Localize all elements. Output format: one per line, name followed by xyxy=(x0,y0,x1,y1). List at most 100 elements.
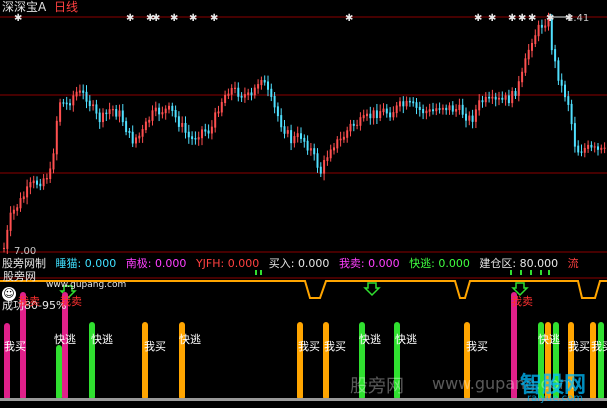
candle-body xyxy=(138,135,141,139)
candle-body xyxy=(276,106,279,117)
candle-body xyxy=(267,81,269,90)
candle-body xyxy=(597,146,599,150)
candle-body xyxy=(577,145,580,153)
candle-body xyxy=(524,58,527,73)
signal-bar xyxy=(323,322,329,400)
candle-body xyxy=(544,25,547,28)
candle-body xyxy=(230,87,233,95)
candle-body xyxy=(349,123,352,132)
candle-body xyxy=(220,102,223,113)
candle-body xyxy=(313,148,316,155)
candle-body xyxy=(273,95,276,108)
candle-body xyxy=(234,87,236,89)
buy-signal-label: 我买 xyxy=(298,340,320,353)
site-name-label: 股旁网 xyxy=(3,270,36,283)
indicator-shuimao: 睡猫: 0.000 xyxy=(55,257,117,270)
candle-body xyxy=(260,80,263,86)
candle-body xyxy=(342,136,345,140)
signal-bar xyxy=(56,345,62,400)
candle-body xyxy=(517,81,520,96)
candle-body xyxy=(111,109,114,111)
candle-body xyxy=(135,137,137,144)
sell-label: 我卖 xyxy=(511,295,533,308)
candle-body xyxy=(478,100,481,111)
candle-body xyxy=(154,107,157,112)
candle-body xyxy=(65,102,68,105)
candle-body xyxy=(72,95,75,106)
candle-body xyxy=(461,104,464,115)
candle-body xyxy=(177,116,180,127)
candle-body xyxy=(560,79,563,86)
candle-body xyxy=(498,97,500,100)
candle-body xyxy=(392,112,395,118)
candle-body xyxy=(356,124,359,126)
candle-body xyxy=(323,160,326,174)
candle-body xyxy=(573,123,576,147)
candle-body xyxy=(191,136,194,140)
star-marker-icon: ✱ xyxy=(126,13,134,24)
star-marker-icon: ✱ xyxy=(210,13,218,24)
buy-signal-label: 我买 xyxy=(324,340,346,353)
candle-body xyxy=(399,101,401,107)
candle-body xyxy=(481,100,484,103)
candle-body xyxy=(385,108,388,114)
signal-bar xyxy=(297,322,303,400)
candle-body xyxy=(395,105,398,114)
escape-signal-label: 快逃 xyxy=(538,333,560,346)
candle-body xyxy=(158,107,161,115)
candle-body xyxy=(187,131,190,138)
candle-body xyxy=(286,130,289,134)
candle-body xyxy=(121,110,124,123)
candle-body xyxy=(75,91,78,97)
candle-body xyxy=(336,139,339,149)
candle-body xyxy=(474,109,477,122)
candle-body xyxy=(306,140,309,151)
star-marker-icon: ✱ xyxy=(488,13,496,24)
candle-body xyxy=(428,109,431,112)
candle-body xyxy=(29,182,32,188)
candle-body xyxy=(564,84,566,98)
candle-body xyxy=(333,147,335,151)
candle-body xyxy=(557,60,560,81)
candle-body xyxy=(108,109,111,115)
candle-body xyxy=(59,102,62,122)
candle-body xyxy=(501,97,504,100)
candle-body xyxy=(243,94,246,98)
candle-body xyxy=(118,110,121,117)
candle-body xyxy=(62,102,65,104)
candle-body xyxy=(164,108,167,114)
signal-tick xyxy=(520,270,522,275)
star-marker-icon: ✱ xyxy=(474,13,482,24)
candle-body xyxy=(405,100,408,107)
candle-body xyxy=(98,112,101,123)
candle-body xyxy=(26,186,29,198)
candle-body xyxy=(161,112,164,115)
candle-body xyxy=(527,49,530,60)
candle-body xyxy=(296,133,299,138)
candle-body xyxy=(326,157,329,162)
signal-tick xyxy=(260,270,262,275)
star-marker-icon: ✱ xyxy=(345,13,353,24)
candle-body xyxy=(227,93,230,96)
candle-body xyxy=(438,108,441,110)
candle-body xyxy=(204,129,207,132)
candle-body xyxy=(567,96,570,105)
candle-body xyxy=(201,129,203,139)
candle-body xyxy=(22,196,25,200)
candle-body xyxy=(144,121,147,131)
candle-body xyxy=(580,151,583,153)
candle-body xyxy=(600,147,603,150)
indicator-nanji: 南极: 0.000 xyxy=(125,257,187,270)
candle-body xyxy=(504,95,507,100)
candle-body xyxy=(366,113,368,117)
candle-body xyxy=(253,87,256,96)
candle-body xyxy=(194,138,197,140)
candle-body xyxy=(141,129,144,137)
candle-body xyxy=(455,108,458,112)
candle-body xyxy=(181,123,184,127)
candle-body xyxy=(511,91,514,104)
candle-body xyxy=(16,207,19,211)
candle-body xyxy=(45,178,48,180)
candle-body xyxy=(78,90,81,93)
star-marker-icon: ✱ xyxy=(152,13,160,24)
